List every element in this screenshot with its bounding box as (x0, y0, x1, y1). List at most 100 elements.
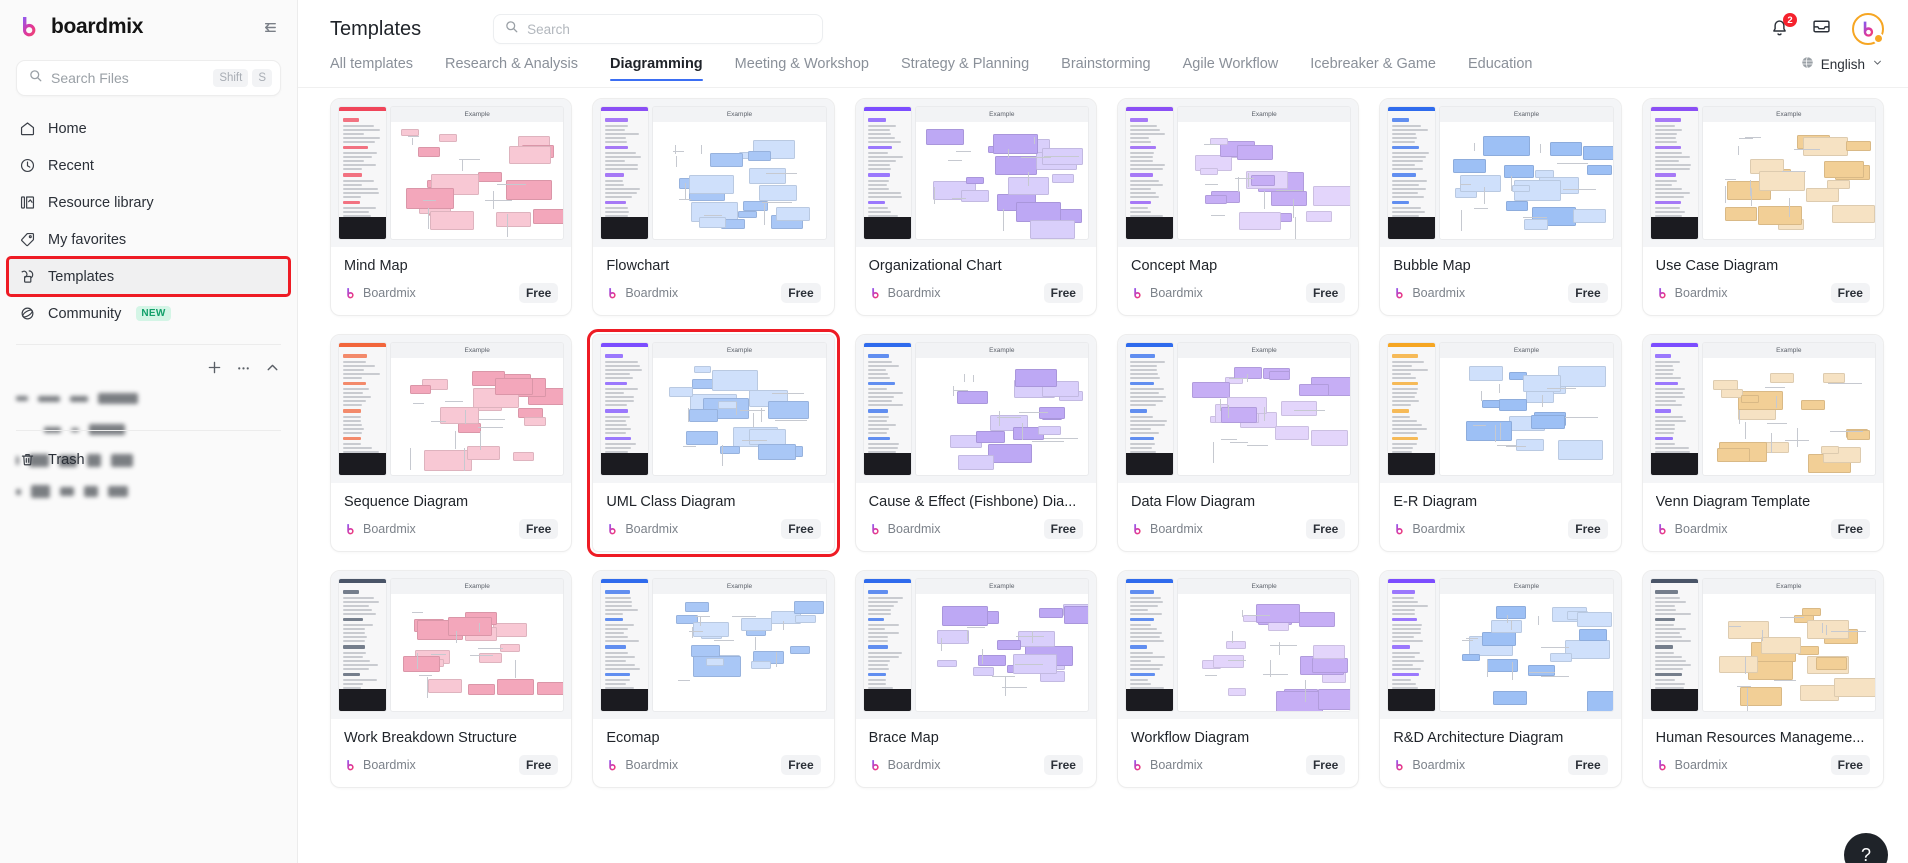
template-thumbnail: Example (855, 99, 1096, 247)
thumbnail-edge (1784, 439, 1809, 441)
sidebar-item-resource-library[interactable]: Resource library (8, 184, 289, 221)
template-thumbnail: Example (1117, 99, 1359, 247)
template-card[interactable]: Example Sequence Diagram Boardmix Free (330, 334, 573, 552)
language-selector[interactable]: English (1800, 55, 1884, 82)
boardmix-logo-icon (869, 287, 882, 300)
template-meta-row: Boardmix Free (344, 519, 559, 539)
sidebar-item-my-favorites[interactable]: My favorites (8, 221, 289, 258)
thumbnail-edge (477, 647, 504, 649)
inbox-icon[interactable] (1811, 16, 1832, 42)
template-card[interactable]: Example Organizational Chart Boardmix Fr… (854, 98, 1097, 316)
template-card[interactable]: Example UML Class Diagram Boardmix Free (587, 329, 840, 557)
thumbnail-doc-footer (1650, 453, 1698, 475)
thumbnail-edge (771, 392, 805, 394)
thumbnail-edge (411, 611, 423, 613)
thumbnail-edge (496, 183, 526, 185)
file-tree-row[interactable] (16, 476, 281, 507)
thumbnail-doc-body (339, 347, 386, 453)
tab-strategy-planning[interactable]: Strategy & Planning (901, 56, 1029, 81)
thumbnail-edge (1004, 675, 1006, 697)
template-author: Boardmix (625, 522, 679, 536)
template-card[interactable]: Example Venn Diagram Template Boardmix F… (1641, 334, 1884, 552)
thumbnail-canvas: Example (1702, 107, 1875, 239)
more-horizontal-icon[interactable] (235, 359, 252, 381)
thumbnail-edge (1484, 187, 1486, 205)
search-input[interactable]: Search (493, 14, 824, 44)
thumbnail-node (1741, 395, 1760, 403)
boardmix-logo-icon (1656, 287, 1669, 300)
thumbnail-edge (1007, 148, 1009, 158)
templates-scroll-area[interactable]: Example Mind Map Boardmix Free Example F… (298, 88, 1908, 863)
tab-icebreaker-game[interactable]: Icebreaker & Game (1310, 56, 1436, 81)
template-card[interactable]: Example Work Breakdown Structure Boardmi… (330, 570, 573, 788)
thumbnail-diagram (391, 594, 564, 711)
thumbnail-node (686, 431, 718, 445)
thumbnail-edge (1736, 685, 1751, 687)
thumbnail-edge (1220, 438, 1237, 440)
tab-meeting-workshop[interactable]: Meeting & Workshop (735, 56, 869, 81)
user-avatar-icon[interactable] (1852, 13, 1884, 45)
thumbnail-edge (1556, 162, 1589, 164)
tab-all-templates[interactable]: All templates (330, 56, 413, 81)
thumbnail-diagram (916, 358, 1088, 475)
template-card[interactable]: Example Workflow Diagram Boardmix Free (1116, 570, 1360, 788)
tab-research-analysis[interactable]: Research & Analysis (445, 56, 578, 81)
search-files-input[interactable]: Search Files Shift S (16, 60, 281, 96)
thumbnail-node (1846, 140, 1871, 151)
thumbnail-edge (1241, 610, 1243, 618)
tab-agile-workflow[interactable]: Agile Workflow (1183, 56, 1279, 81)
top-bar: Templates Search 2 (298, 0, 1908, 50)
template-card[interactable]: Example E-R Diagram Boardmix Free (1379, 334, 1622, 552)
thumbnail-doc-body (1125, 111, 1173, 217)
thumbnail-edge (940, 637, 942, 651)
thumbnail-doc-footer (863, 689, 911, 711)
template-card[interactable]: Example Ecomap Boardmix Free (592, 570, 835, 788)
thumbnail-edge (484, 200, 512, 202)
thumbnail-edge (1473, 142, 1475, 152)
sidebar-item-recent[interactable]: Recent (8, 147, 289, 184)
thumbnail-doc-panel (339, 343, 386, 475)
sidebar-item-templates[interactable]: Templates (6, 256, 291, 297)
thumbnail-node (1311, 657, 1348, 674)
thumbnail-edge (1293, 198, 1295, 219)
sidebar-item-trash[interactable]: Trash (8, 441, 289, 478)
thumbnail-edge (455, 430, 457, 450)
template-card[interactable]: Example Brace Map Boardmix Free (854, 570, 1097, 788)
thumbnail-example-label: Example (915, 343, 1088, 358)
template-card[interactable]: Example Human Resources Manageme... Boar… (1641, 570, 1884, 788)
thumbnail-node (1267, 621, 1290, 631)
thumbnail-node (1720, 389, 1743, 399)
template-card[interactable]: Example Data Flow Diagram Boardmix Free (1116, 334, 1360, 552)
thumbnail-edge (714, 640, 734, 642)
tab-education[interactable]: Education (1468, 56, 1533, 81)
template-card[interactable]: Example Cause & Effect (Fishbone) Dia...… (854, 334, 1097, 552)
collapse-sidebar-icon[interactable] (257, 15, 281, 39)
template-card[interactable]: Example Mind Map Boardmix Free (330, 98, 573, 316)
tab-diagramming[interactable]: Diagramming (610, 56, 703, 81)
sidebar-item-community[interactable]: Community NEW (8, 295, 289, 332)
sidebar-item-home[interactable]: Home (8, 110, 289, 147)
thumbnail-edge (685, 183, 687, 200)
thumbnail-node (758, 443, 796, 460)
thumbnail-node (1523, 219, 1549, 230)
template-card[interactable]: Example Bubble Map Boardmix Free (1379, 98, 1622, 316)
template-card[interactable]: Example Flowchart Boardmix Free (592, 98, 835, 316)
chevron-up-icon[interactable] (264, 359, 281, 381)
thumbnail-node (1461, 653, 1480, 661)
file-tree-row[interactable] (16, 383, 281, 414)
search-icon (28, 68, 43, 88)
template-card[interactable]: Example R&D Architecture Diagram Boardmi… (1379, 570, 1622, 788)
template-meta: Flowchart Boardmix Free (593, 247, 833, 315)
thumbnail-node (1827, 179, 1850, 190)
plus-icon[interactable] (206, 359, 223, 381)
template-card[interactable]: Example Concept Map Boardmix Free (1116, 98, 1360, 316)
thumbnail-edge (1751, 188, 1753, 206)
tab-brainstorming[interactable]: Brainstorming (1061, 56, 1150, 81)
template-meta: Work Breakdown Structure Boardmix Free (331, 719, 571, 787)
template-title: Concept Map (1130, 258, 1218, 274)
bell-icon[interactable]: 2 (1769, 13, 1797, 40)
template-card[interactable]: Example Use Case Diagram Boardmix Free (1641, 98, 1884, 316)
thumbnail-node (1820, 446, 1839, 454)
thumbnail-edge (464, 409, 466, 425)
sidebar-item-label: Trash (48, 451, 85, 468)
